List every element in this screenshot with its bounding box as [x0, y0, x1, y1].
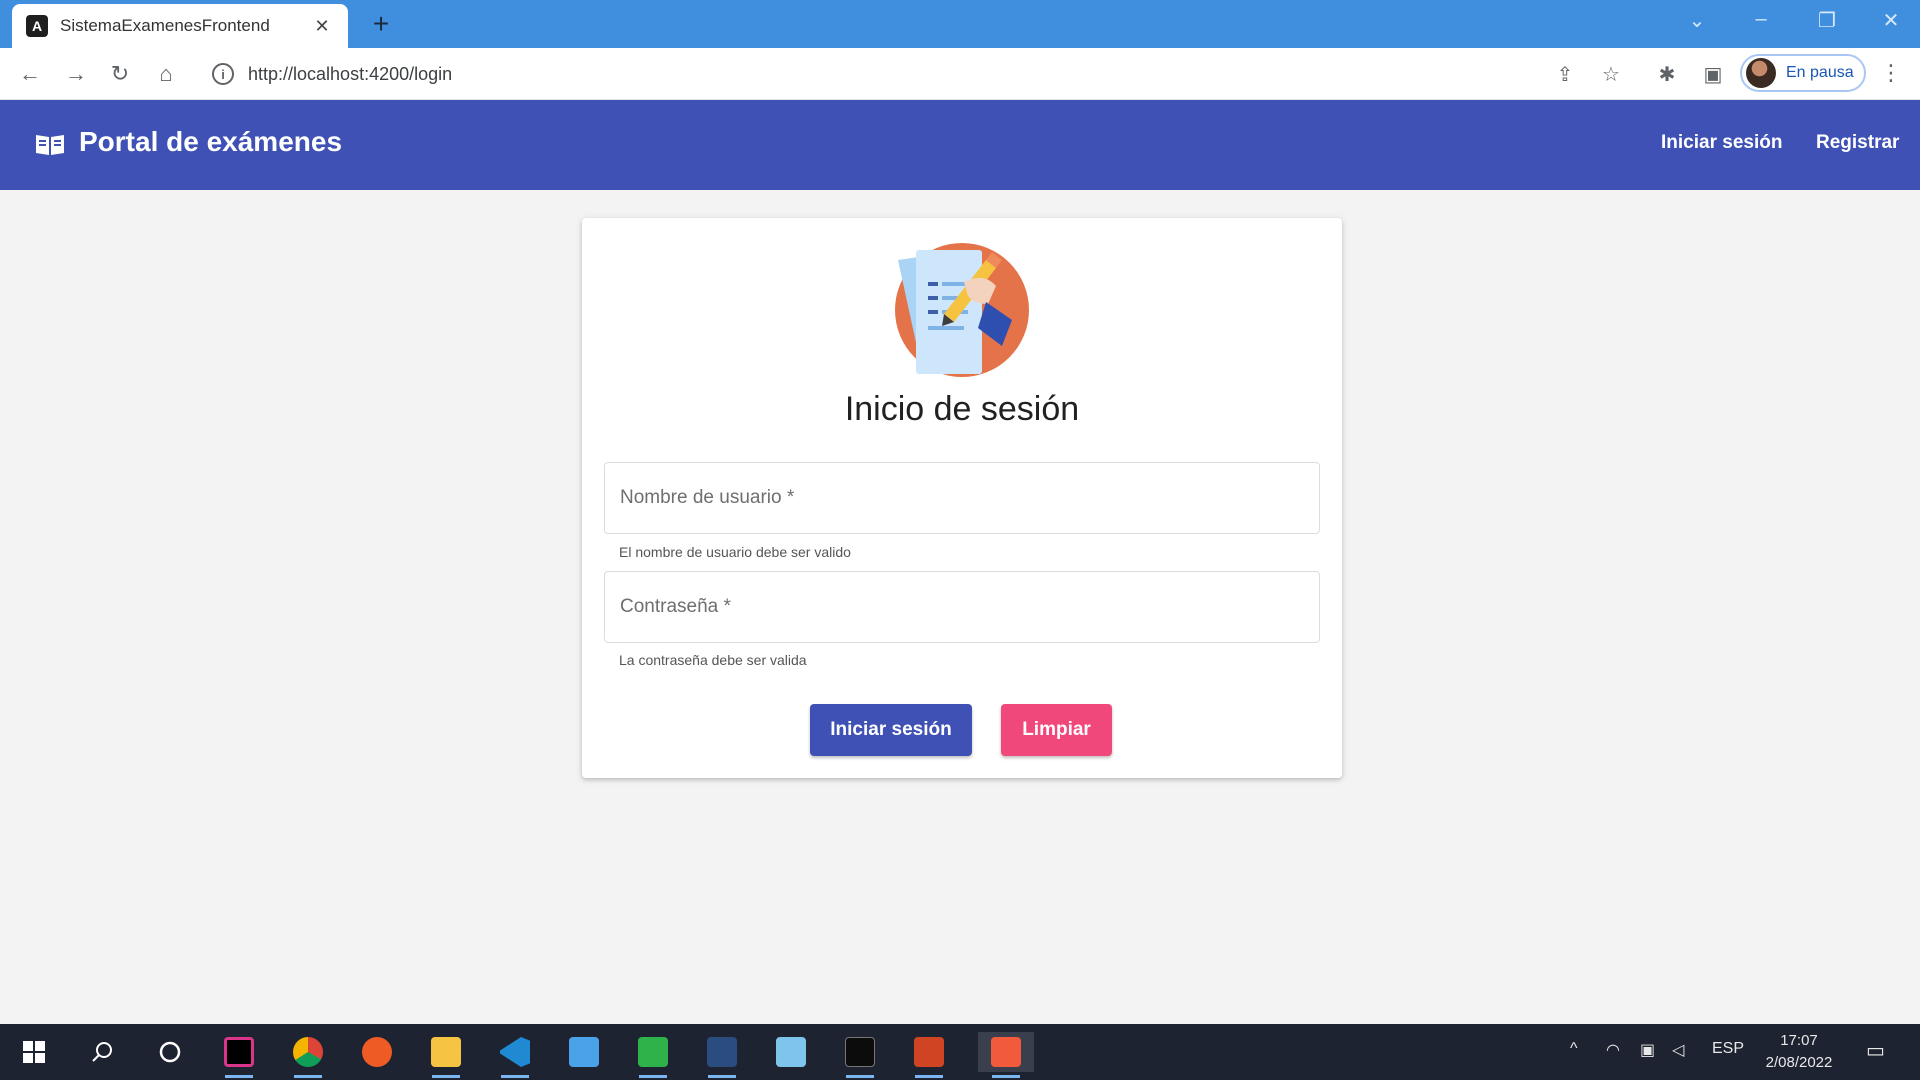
volume-icon[interactable]: ◁ [1672, 1040, 1684, 1060]
username-input[interactable]: Nombre de usuario * [604, 462, 1320, 534]
intellij-icon[interactable] [219, 1032, 259, 1078]
side-panel-icon[interactable]: ▣ [1700, 62, 1726, 87]
chrome-icon[interactable] [288, 1032, 328, 1078]
clear-button[interactable]: Limpiar [1001, 704, 1112, 756]
notepad-icon[interactable] [771, 1032, 811, 1072]
profile-status: En pausa [1786, 64, 1854, 81]
new-tab-button[interactable]: + [366, 10, 396, 40]
vscode-icon[interactable] [495, 1032, 535, 1078]
file-explorer-icon[interactable] [426, 1032, 466, 1078]
postman-icon[interactable] [357, 1032, 397, 1072]
site-info-icon[interactable]: i [212, 63, 234, 85]
recorder-icon[interactable] [978, 1032, 1034, 1078]
close-tab-icon[interactable]: ✕ [310, 16, 334, 37]
reload-icon[interactable]: ↻ [104, 58, 136, 90]
mysql-workbench-icon[interactable] [702, 1032, 742, 1078]
powerpoint-icon[interactable] [909, 1032, 949, 1078]
browser-tab[interactable]: A SistemaExamenesFrontend ✕ [12, 4, 348, 48]
terminal-icon[interactable] [840, 1032, 880, 1078]
tab-search-icon[interactable]: ⌄ [1682, 8, 1712, 33]
bookmark-star-icon[interactable]: ☆ [1598, 62, 1624, 87]
forward-icon[interactable]: → [60, 58, 92, 90]
address-bar[interactable]: i http://localhost:4200/login [198, 55, 1558, 93]
windows-taskbar: ^ ◠ ▣ ◁ ESP 17:07 2/08/2022 ▭ [0, 1024, 1920, 1080]
brand-title[interactable]: Portal de exámenes [79, 126, 342, 158]
language-indicator[interactable]: ESP [1712, 1040, 1744, 1058]
app-header: Portal de exámenes Iniciar sesión Regist… [0, 100, 1920, 190]
nav-register-link[interactable]: Registrar [1816, 132, 1899, 154]
search-icon[interactable] [82, 1032, 122, 1072]
restore-icon[interactable]: ❐ [1812, 8, 1842, 33]
cortana-icon[interactable] [150, 1032, 190, 1072]
notifications-icon[interactable]: ▭ [1866, 1038, 1885, 1063]
camtasia-icon[interactable] [633, 1032, 673, 1078]
login-card: Inicio de sesión Nombre de usuario * El … [582, 218, 1342, 778]
windows-start-icon[interactable] [14, 1032, 54, 1072]
exam-illustration-icon [895, 243, 1029, 377]
clock-time: 17:07 [1780, 1032, 1818, 1049]
browser-tab-bar: A SistemaExamenesFrontend ✕ + ⌄ – ❐ ✕ [0, 0, 1920, 48]
clock-date: 2/08/2022 [1765, 1054, 1833, 1071]
minimize-icon[interactable]: – [1746, 8, 1776, 31]
username-label: Nombre de usuario * [620, 487, 795, 508]
wifi-icon[interactable]: ◠ [1606, 1040, 1620, 1060]
meet-now-icon[interactable]: ▣ [1640, 1040, 1655, 1060]
remote-desktop-icon[interactable] [564, 1032, 604, 1072]
system-clock[interactable]: 17:07 2/08/2022 [1756, 1030, 1842, 1074]
password-hint: La contraseña debe ser valida [619, 652, 807, 668]
password-label: Contraseña * [620, 596, 731, 617]
angular-favicon-icon: A [26, 15, 48, 37]
username-hint: El nombre de usuario debe ser valido [619, 544, 851, 560]
tab-title: SistemaExamenesFrontend [60, 16, 270, 35]
login-title: Inicio de sesión [844, 390, 1080, 428]
login-button[interactable]: Iniciar sesión [810, 704, 972, 756]
password-input[interactable]: Contraseña * [604, 571, 1320, 643]
profile-button[interactable]: En pausa [1740, 54, 1866, 92]
share-icon[interactable]: ⇪ [1552, 62, 1578, 87]
home-icon[interactable]: ⌂ [150, 58, 182, 90]
book-icon [36, 135, 64, 155]
extensions-icon[interactable]: ✱ [1654, 62, 1680, 87]
nav-login-link[interactable]: Iniciar sesión [1661, 132, 1782, 154]
browser-menu-icon[interactable]: ⋮ [1880, 60, 1902, 86]
browser-toolbar: ← → ↻ ⌂ i http://localhost:4200/login ⇪ … [0, 48, 1920, 100]
avatar [1746, 58, 1776, 88]
url-text[interactable]: http://localhost:4200/login [248, 64, 452, 85]
close-window-icon[interactable]: ✕ [1876, 8, 1906, 33]
back-icon[interactable]: ← [14, 58, 46, 90]
tray-expand-icon[interactable]: ^ [1570, 1040, 1578, 1058]
